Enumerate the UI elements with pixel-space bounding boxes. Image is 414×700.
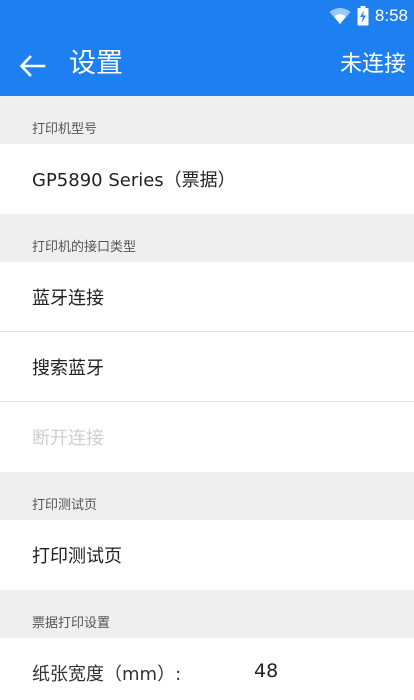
paper-width-label: 纸张宽度（mm）: <box>32 664 182 685</box>
paper-width-item[interactable]: 纸张宽度（mm）: 48 <box>0 638 414 700</box>
disconnect-label: 断开连接 <box>32 428 104 449</box>
bluetooth-connect-label: 蓝牙连接 <box>32 287 104 309</box>
section-header-interface: 打印机的接口类型 <box>0 214 414 262</box>
print-test-page-label: 打印测试页 <box>32 546 122 567</box>
section-header-test-page: 打印测试页 <box>0 472 414 520</box>
section-header-label: 打印机型号 <box>32 122 98 137</box>
page-title: 设置 <box>69 48 123 79</box>
connection-status-button[interactable]: 未连接 <box>340 49 406 81</box>
print-test-page-item[interactable]: 打印测试页 <box>0 520 414 590</box>
status-bar: 8:58 <box>0 0 414 34</box>
section-header-label: 打印机的接口类型 <box>32 240 137 255</box>
status-time: 8:58 <box>374 6 408 25</box>
back-arrow-icon[interactable] <box>18 54 46 78</box>
app-bar: 设置 未连接 <box>0 34 414 96</box>
printer-model-item[interactable]: GP5890 Series（票据） <box>0 144 414 214</box>
section-header-receipt-settings: 票据打印设置 <box>0 590 414 638</box>
section-header-printer-model: 打印机型号 <box>0 96 414 144</box>
wifi-icon <box>329 8 351 24</box>
search-bluetooth-label: 搜索蓝牙 <box>32 357 104 379</box>
section-header-label: 票据打印设置 <box>32 616 111 631</box>
search-bluetooth-item[interactable]: 搜索蓝牙 <box>0 332 414 402</box>
paper-width-value[interactable]: 48 <box>254 660 278 682</box>
status-icons: 8:58 <box>329 6 408 26</box>
battery-charging-icon <box>357 6 369 26</box>
bluetooth-connect-item[interactable]: 蓝牙连接 <box>0 262 414 332</box>
disconnect-item: 断开连接 <box>0 402 414 472</box>
section-header-label: 打印测试页 <box>32 498 98 513</box>
printer-model-label: GP5890 Series（票据） <box>32 170 236 191</box>
